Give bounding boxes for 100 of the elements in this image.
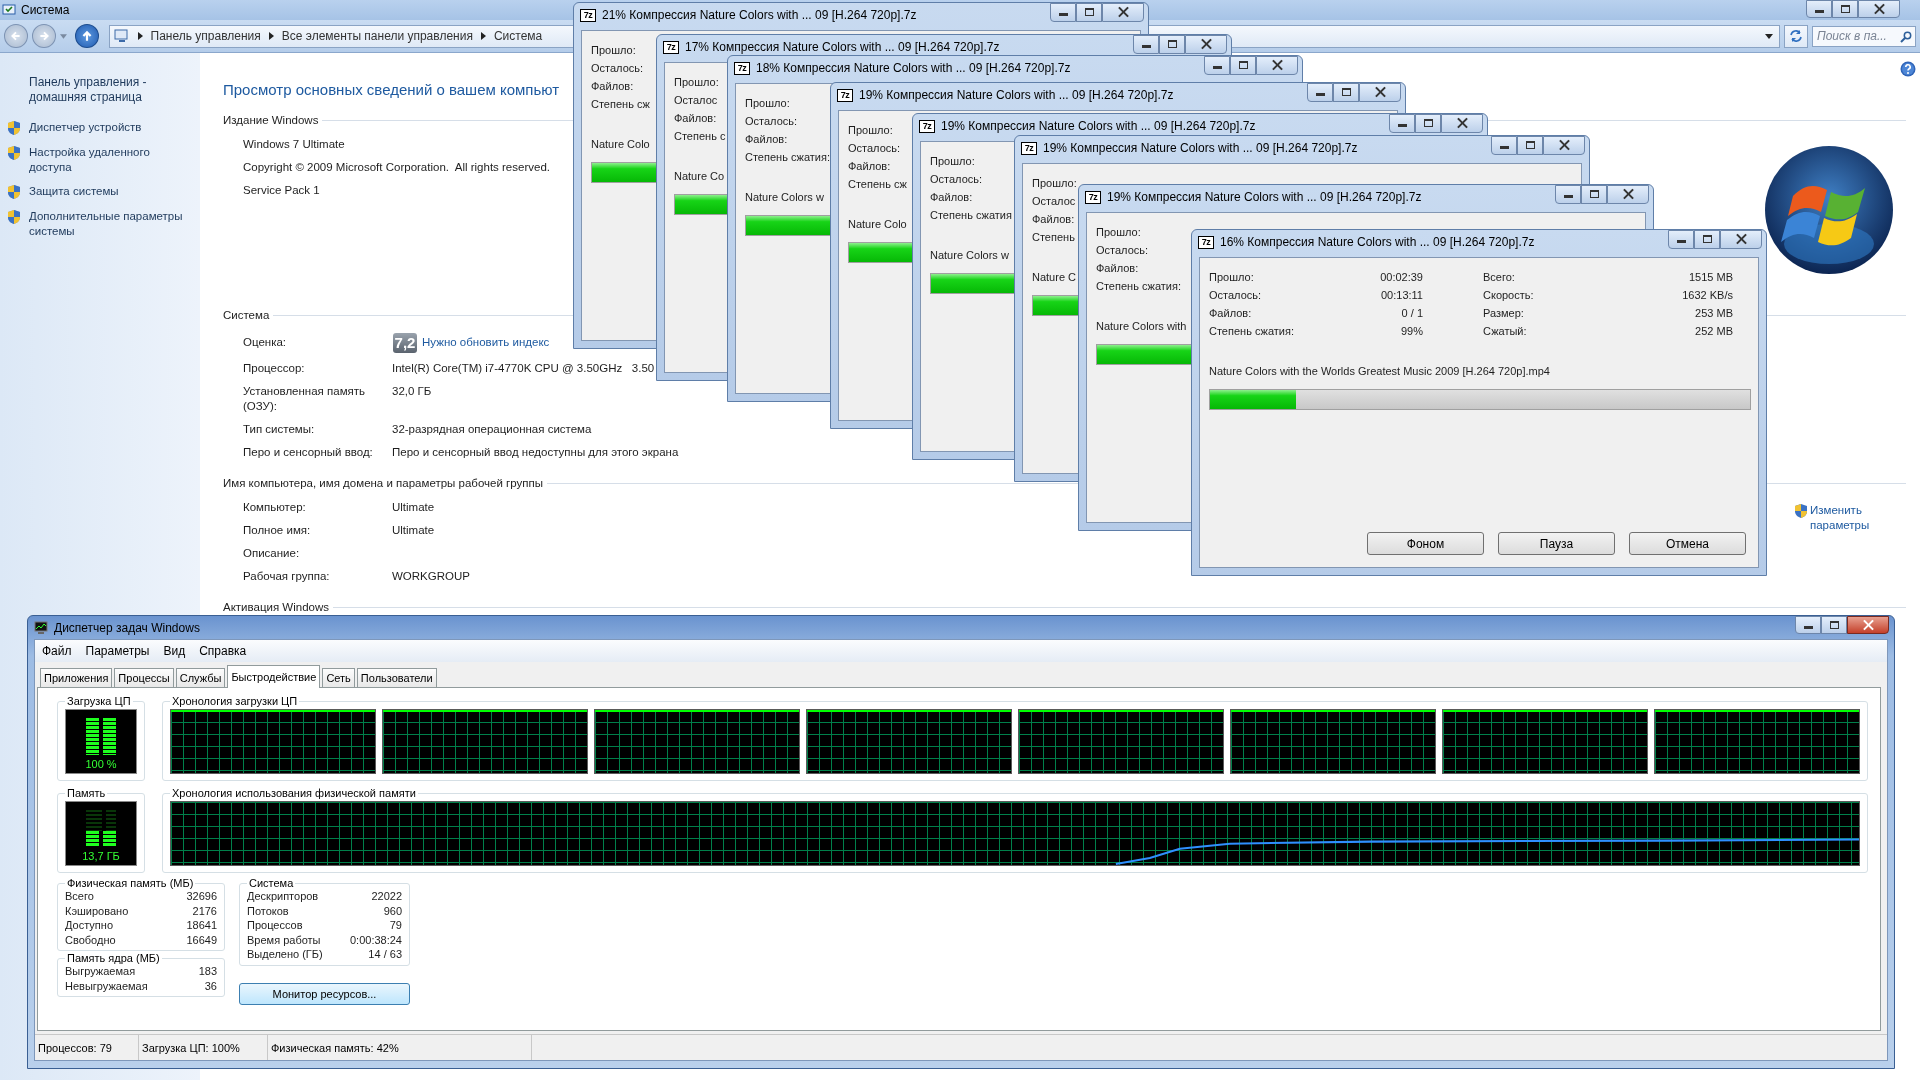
stat-label: Прошло: [1209, 270, 1255, 285]
file-name: Nature Colors with [1096, 319, 1187, 334]
field-value: Service Pack 1 [243, 183, 320, 198]
field-label: Перо и сенсорный ввод: [243, 445, 374, 460]
stat-label: Процессов [247, 918, 303, 933]
stat-label: Файлов: [591, 79, 634, 94]
file-name: Nature Colo [848, 217, 907, 232]
section-title: Имя компьютера, имя домена и параметры рабочей группы [223, 477, 543, 489]
stat-value: 18641 [186, 918, 217, 933]
field-value: Перо и сенсорный ввод недоступны для этого экрана [392, 445, 679, 460]
stat-label: Осталось: [930, 172, 983, 187]
group-title: Система [248, 877, 295, 889]
file-name: Nature C [1032, 270, 1077, 285]
field-label: Оценка: [243, 335, 288, 350]
stat-label: Прошло: [1096, 225, 1141, 240]
meter-reading: 100 % [85, 758, 117, 770]
group-title: Память [66, 787, 107, 799]
stat-label: Файлов: [848, 159, 891, 174]
stat-label: Степень сжатия [930, 208, 1012, 223]
section-title: Издание Windows [223, 114, 319, 126]
app-icon: 7z [580, 9, 596, 22]
field-value: Ultimate [392, 523, 435, 538]
window-title: 17% Компрессия Nature Colors with ... 09 [H.264 720p].7z [685, 40, 1000, 54]
stat-label: Файлов: [745, 132, 788, 147]
file-name: Nature Colors w [745, 190, 824, 205]
stat-label: Скорость: [1483, 288, 1535, 303]
file-name: Nature Colors w [930, 248, 1009, 263]
stat-label: Потоков [247, 903, 289, 918]
stat-label: Степень сжатия: [745, 150, 830, 165]
stat-value: 1632 KB/s [1681, 288, 1733, 303]
stat-label: Файлов: [1209, 306, 1253, 321]
app-icon: 7z [919, 120, 935, 133]
stat-label: Осталос [1032, 194, 1076, 209]
stat-label: Степень сж [591, 97, 650, 112]
app-icon: 7z [1085, 191, 1101, 204]
file-name: Nature Colors with the Worlds Greatest Music 2009 [H.264 720p].mp4 [1209, 364, 1550, 379]
field-value: Intel(R) Core(TM) i7-4770K CPU @ 3.50GHz 3.50 [392, 361, 655, 376]
stat-label: Степень с [674, 129, 726, 144]
group-title: Память ядра (МБ) [66, 952, 161, 964]
stat-value: 99% [1399, 324, 1423, 339]
stat-label: Осталось: [745, 114, 798, 129]
stat-label: Осталось: [1096, 243, 1149, 258]
window-title: Система [21, 3, 70, 17]
stat-label: Степень сж [848, 177, 907, 192]
window-title: 19% Компрессия Nature Colors with ... 09 [H.264 720p].7z [1043, 141, 1358, 155]
field-label: Рабочая группа: [243, 569, 331, 584]
stat-label: Прошло: [674, 75, 719, 90]
section-title: Активация Windows [223, 601, 329, 613]
group-title: Физическая память (МБ) [66, 877, 195, 889]
stat-label: Дескрипторов [247, 889, 319, 904]
stat-label: Кэшировано [65, 903, 129, 918]
page-heading: Просмотр основных сведений о вашем компьют [223, 80, 560, 100]
stat-label: Осталось: [1209, 288, 1263, 303]
stat-label: Файлов: [930, 190, 973, 205]
file-name: Nature Co [674, 169, 725, 184]
stat-value: 00:02:39 [1379, 270, 1423, 285]
rating-badge: 7,2 [393, 332, 417, 353]
stat-value: 00:13:11 [1380, 288, 1423, 303]
file-name: Nature Colo [591, 137, 650, 152]
stat-value: 36 [204, 978, 217, 993]
status-text: Процессов: 79 [35, 1035, 139, 1060]
field-label: Описание: [243, 546, 301, 561]
field-value: 32-разрядная операционная система [392, 422, 592, 437]
stat-value: 32696 [186, 889, 217, 904]
meter-reading: 13,7 ГБ [82, 850, 120, 862]
window-title: 21% Компрессия Nature Colors with ... 09 [H.264 720p].7z [602, 8, 917, 22]
stat-label: Степень сжатия: [1096, 279, 1181, 294]
window-title: 18% Компрессия Nature Colors with ... 09 [H.264 720p].7z [756, 61, 1071, 75]
field-label: Тип системы: [243, 422, 316, 437]
stat-label: Прошло: [930, 154, 975, 169]
group-title: Хронология использования физической памяти [171, 787, 417, 799]
stat-label: Размер: [1483, 306, 1525, 321]
app-icon: 7z [1198, 236, 1214, 249]
stat-label: Степень [1032, 230, 1075, 245]
stat-label: Сжатый: [1483, 324, 1528, 339]
stat-label: Степень сжатия: [1209, 324, 1295, 339]
stat-label: Прошло: [1032, 176, 1077, 191]
field-label: Процессор: [243, 361, 306, 376]
stat-label: Прошло: [745, 96, 790, 111]
stat-value: 14 / 63 [368, 947, 402, 962]
stat-value: 16649 [186, 932, 217, 947]
stat-label: Осталос [674, 93, 718, 108]
window-title: 19% Компрессия Nature Colors with ... 09 [H.264 720p].7z [859, 88, 1174, 102]
stat-label: Прошло: [848, 123, 893, 138]
field-value: Copyright © 2009 Microsoft Corporation. All rights reserved. [243, 160, 550, 175]
stat-label: Осталось: [848, 141, 901, 156]
stat-value: 2176 [192, 903, 217, 918]
stat-label: Файлов: [1096, 261, 1139, 276]
stat-value: 183 [198, 964, 217, 979]
stat-label: Файлов: [674, 111, 717, 126]
field-label: Полное имя: [243, 523, 312, 538]
window-title: 19% Компрессия Nature Colors with ... 09 [H.264 720p].7z [941, 119, 1256, 133]
field-value: WORKGROUP [392, 569, 470, 584]
stat-label: Всего [65, 889, 94, 904]
window-title: 16% Компрессия Nature Colors with ... 09 [H.264 720p].7z [1220, 235, 1535, 249]
app-icon: 7z [663, 41, 679, 54]
field-label: Установленная память (ОЗУ): [243, 384, 367, 414]
field-label: Компьютер: [243, 500, 307, 515]
stat-label: Прошло: [591, 43, 636, 58]
stat-label: Время работы [247, 932, 321, 947]
